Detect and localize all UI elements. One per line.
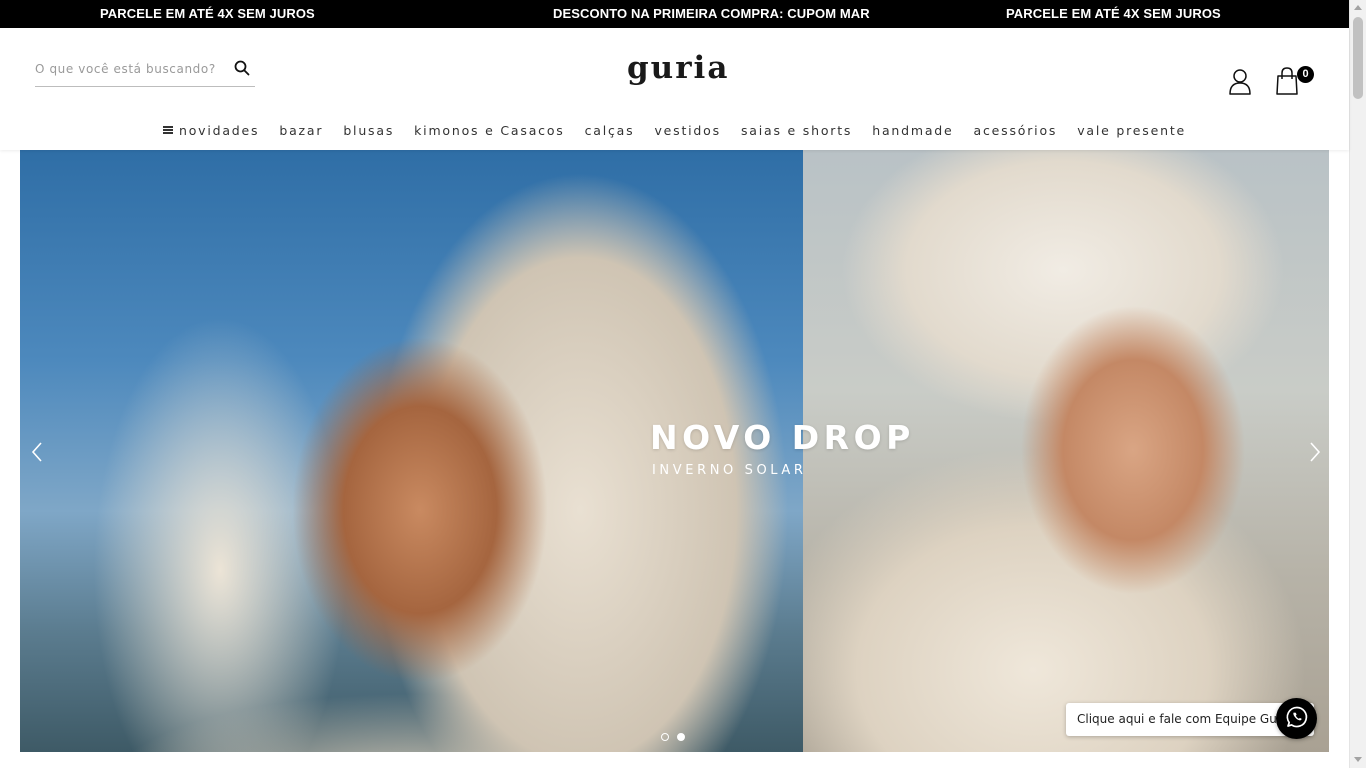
nav-item-novidades[interactable]: novidades xyxy=(153,123,269,138)
scroll-up-arrow-icon[interactable] xyxy=(1354,5,1362,10)
main-nav: novidades bazar blusas kimonos e Casacos… xyxy=(0,120,1349,140)
hero-subtitle: INVERNO SOLAR xyxy=(652,463,807,478)
page-scrollbar[interactable] xyxy=(1349,0,1366,768)
nav-item-calcas[interactable]: calças xyxy=(575,123,645,138)
announcement-item: PARCELE EM ATÉ 4X SEM JUROS xyxy=(1006,6,1221,21)
nav-item-vestidos[interactable]: vestidos xyxy=(644,123,730,138)
nav-item-kimonos-e-casacos[interactable]: kimonos e Casacos xyxy=(404,123,574,138)
nav-item-saias-e-shorts[interactable]: saias e shorts xyxy=(731,123,862,138)
nav-item-acessorios[interactable]: acessórios xyxy=(964,123,1068,138)
scroll-down-arrow-icon[interactable] xyxy=(1354,757,1362,762)
slider-dots xyxy=(661,733,685,741)
hero-title: NOVO DROP xyxy=(650,418,915,457)
slider-dot-1[interactable] xyxy=(661,733,669,741)
chevron-right-icon[interactable] xyxy=(1304,441,1324,463)
site-logo[interactable]: guria xyxy=(627,50,729,86)
nav-item-bazar[interactable]: bazar xyxy=(269,123,333,138)
search-bar xyxy=(35,57,255,87)
announcement-item: PARCELE EM ATÉ 4X SEM JUROS xyxy=(100,6,315,21)
slider-dot-2[interactable] xyxy=(677,733,685,741)
nav-item-vale-presente[interactable]: vale presente xyxy=(1067,123,1196,138)
hero-banner[interactable]: NOVO DROP INVERNO SOLAR xyxy=(20,150,1329,752)
cart-count-badge: 0 xyxy=(1297,66,1314,83)
search-input[interactable] xyxy=(35,57,225,81)
nav-item-blusas[interactable]: blusas xyxy=(333,123,404,138)
user-icon[interactable] xyxy=(1228,68,1252,96)
whatsapp-icon xyxy=(1285,705,1309,733)
whatsapp-button[interactable] xyxy=(1276,698,1317,739)
shopping-bag-icon[interactable] xyxy=(1275,66,1299,96)
scrollbar-thumb[interactable] xyxy=(1353,17,1363,99)
chevron-left-icon[interactable] xyxy=(28,441,48,463)
search-icon[interactable] xyxy=(231,57,253,79)
hamburger-icon xyxy=(162,126,173,134)
nav-item-handmade[interactable]: handmade xyxy=(862,123,963,138)
nav-item-label: novidades xyxy=(178,122,260,138)
site-header: guria 0 novidades bazar blusas kimonos e… xyxy=(0,28,1349,150)
announcement-item: DESCONTO NA PRIMEIRA COMPRA: CUPOM MAR xyxy=(553,6,870,21)
announcement-bar: PARCELE EM ATÉ 4X SEM JUROS DESCONTO NA … xyxy=(0,0,1349,28)
